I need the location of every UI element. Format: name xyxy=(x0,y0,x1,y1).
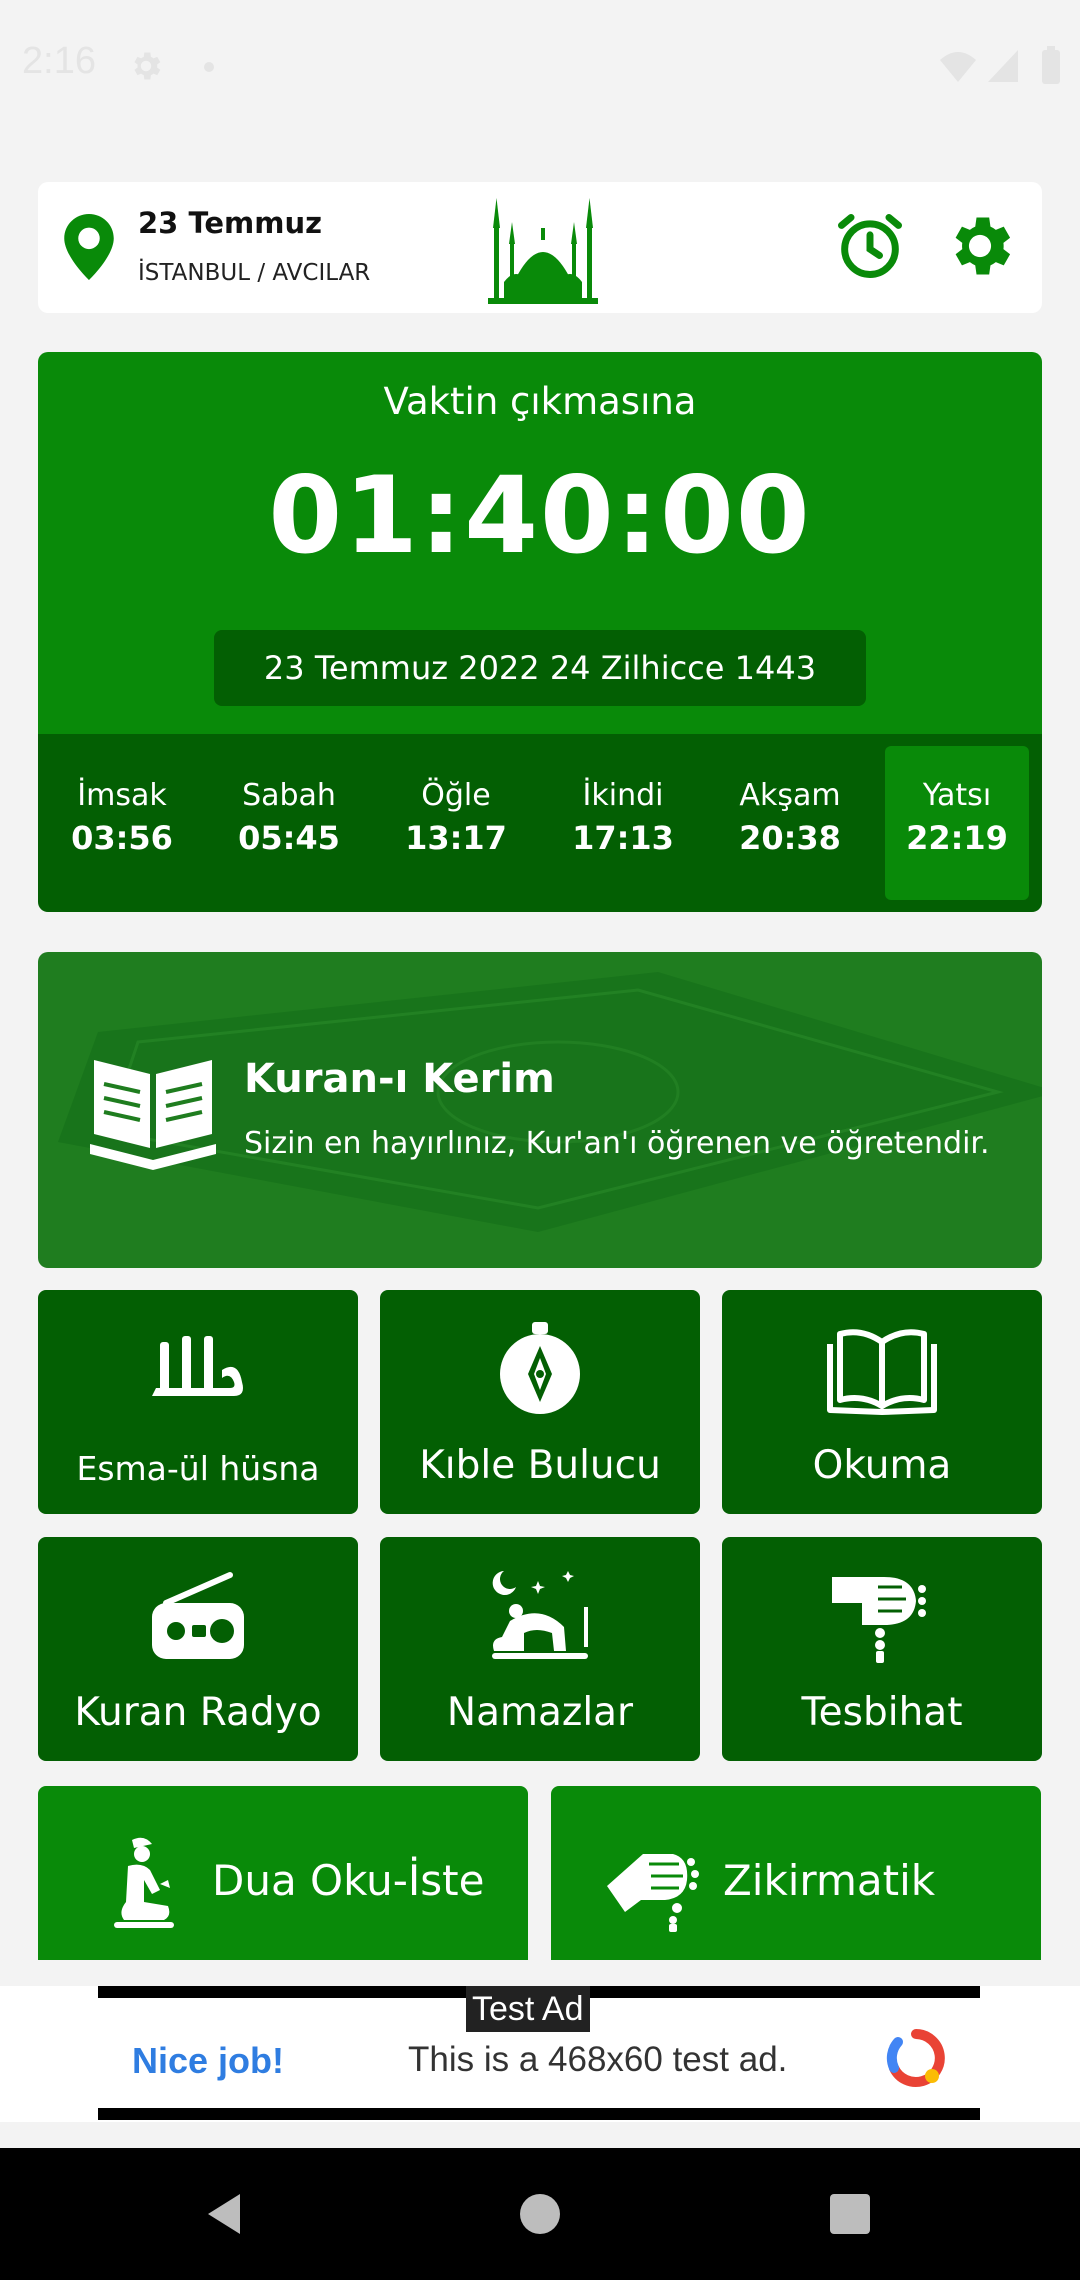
alarm-clock-icon[interactable] xyxy=(832,208,908,284)
recents-icon[interactable] xyxy=(820,2184,880,2244)
wide-button-label: Dua Oku-İste xyxy=(212,1856,485,1905)
tile-label: Tesbihat xyxy=(801,1690,963,1735)
ad-headline: Nice job! xyxy=(132,2040,285,2081)
back-icon[interactable] xyxy=(196,2184,256,2244)
prayer-name: Yatsı xyxy=(922,778,992,813)
countdown-timer: 01:40:00 xyxy=(268,454,812,577)
prayer-beads-hand-icon xyxy=(832,1577,926,1663)
namazlar-button[interactable]: Namazlar xyxy=(380,1537,700,1761)
hand-counter-icon xyxy=(607,1854,699,1932)
prayer-imsak[interactable]: İmsak 03:56 xyxy=(50,746,194,900)
status-time: 2:16 xyxy=(22,40,96,82)
prayer-time: 22:19 xyxy=(906,819,1008,857)
mosque-icon xyxy=(488,198,598,304)
tile-label: Esma-ül hüsna xyxy=(76,1449,320,1488)
ad-text: This is a 468x60 test ad. xyxy=(408,2040,788,2079)
compass-icon xyxy=(500,1322,580,1414)
radio-icon xyxy=(152,1572,244,1659)
countdown-card: Vaktin çıkmasına 01:40:00 23 Temmuz 2022… xyxy=(38,352,1042,734)
tesbihat-button[interactable]: Tesbihat xyxy=(722,1537,1042,1761)
kible-bulucu-button[interactable]: Kıble Bulucu xyxy=(380,1290,700,1514)
settings-notification-icon xyxy=(134,52,161,80)
header-date: 23 Temmuz xyxy=(138,206,323,240)
test-ad-banner[interactable]: Test Ad Nice job! This is a 468x60 test … xyxy=(98,1986,980,2120)
zikirmatik-button[interactable]: Zikirmatik xyxy=(551,1786,1041,1960)
prayer-time: 03:56 xyxy=(71,819,173,857)
prayer-name: Akşam xyxy=(739,778,841,813)
header-location[interactable]: İSTANBUL / AVCILAR xyxy=(138,260,370,286)
prayer-icon xyxy=(492,1571,588,1659)
allah-calligraphy-icon xyxy=(152,1336,243,1396)
prayer-aksam[interactable]: Akşam 20:38 xyxy=(718,746,862,900)
tile-label: Kuran Radyo xyxy=(74,1690,322,1735)
okuma-button[interactable]: Okuma xyxy=(722,1290,1042,1514)
signal-battery-icons xyxy=(940,46,1060,84)
date-box: 23 Temmuz 2022 24 Zilhicce 1443 xyxy=(214,630,866,706)
tile-label: Kıble Bulucu xyxy=(419,1443,661,1488)
location-pin-icon[interactable] xyxy=(64,214,114,280)
wide-button-label: Zikirmatik xyxy=(723,1856,936,1905)
ad-logo-icon xyxy=(886,2029,945,2087)
dua-oku-iste-button[interactable]: Dua Oku-İste xyxy=(38,1786,528,1960)
prayer-name: İmsak xyxy=(77,778,167,813)
esma-ul-husna-button[interactable]: Esma-ül hüsna xyxy=(38,1290,358,1514)
prayer-sabah[interactable]: Sabah 05:45 xyxy=(217,746,361,900)
prayer-name: İkindi xyxy=(582,778,664,813)
prayer-ogle[interactable]: Öğle 13:17 xyxy=(384,746,528,900)
system-navigation-bar xyxy=(0,2148,1080,2280)
tile-label: Namazlar xyxy=(446,1690,634,1735)
quran-book-icon xyxy=(90,1060,216,1170)
open-book-icon xyxy=(827,1329,937,1415)
prayer-ikindi[interactable]: İkindi 17:13 xyxy=(551,746,695,900)
notification-dot-icon xyxy=(204,62,214,72)
countdown-label: Vaktin çıkmasına xyxy=(383,380,697,423)
prayer-name: Öğle xyxy=(421,778,491,813)
prayer-time: 17:13 xyxy=(572,819,674,857)
prayer-time: 13:17 xyxy=(405,819,507,857)
prayer-time: 05:45 xyxy=(238,819,340,857)
prayer-time: 20:38 xyxy=(739,819,841,857)
home-icon[interactable] xyxy=(510,2184,570,2244)
prayer-times-row: İmsak 03:56 Sabah 05:45 Öğle 13:17 İkind… xyxy=(38,734,1042,912)
location-header: 23 Temmuz İSTANBUL / AVCILAR xyxy=(38,182,1042,313)
kuran-radyo-button[interactable]: Kuran Radyo xyxy=(38,1537,358,1761)
settings-gear-icon[interactable] xyxy=(942,208,1018,284)
tile-label: Okuma xyxy=(812,1443,952,1488)
prayer-yatsi[interactable]: Yatsı 22:19 xyxy=(885,746,1029,900)
ad-tag: Test Ad xyxy=(466,1986,590,2032)
prayer-name: Sabah xyxy=(242,778,336,813)
status-bar: 2:16 xyxy=(0,0,1080,130)
kuran-title: Kuran-ı Kerim xyxy=(244,1056,555,1102)
kuran-banner[interactable]: Kuran-ı Kerim Sizin en hayırlınız, Kur'a… xyxy=(38,952,1042,1268)
praying-person-icon xyxy=(114,1837,174,1928)
kuran-subtitle: Sizin en hayırlınız, Kur'an'ı öğrenen ve… xyxy=(244,1126,990,1161)
